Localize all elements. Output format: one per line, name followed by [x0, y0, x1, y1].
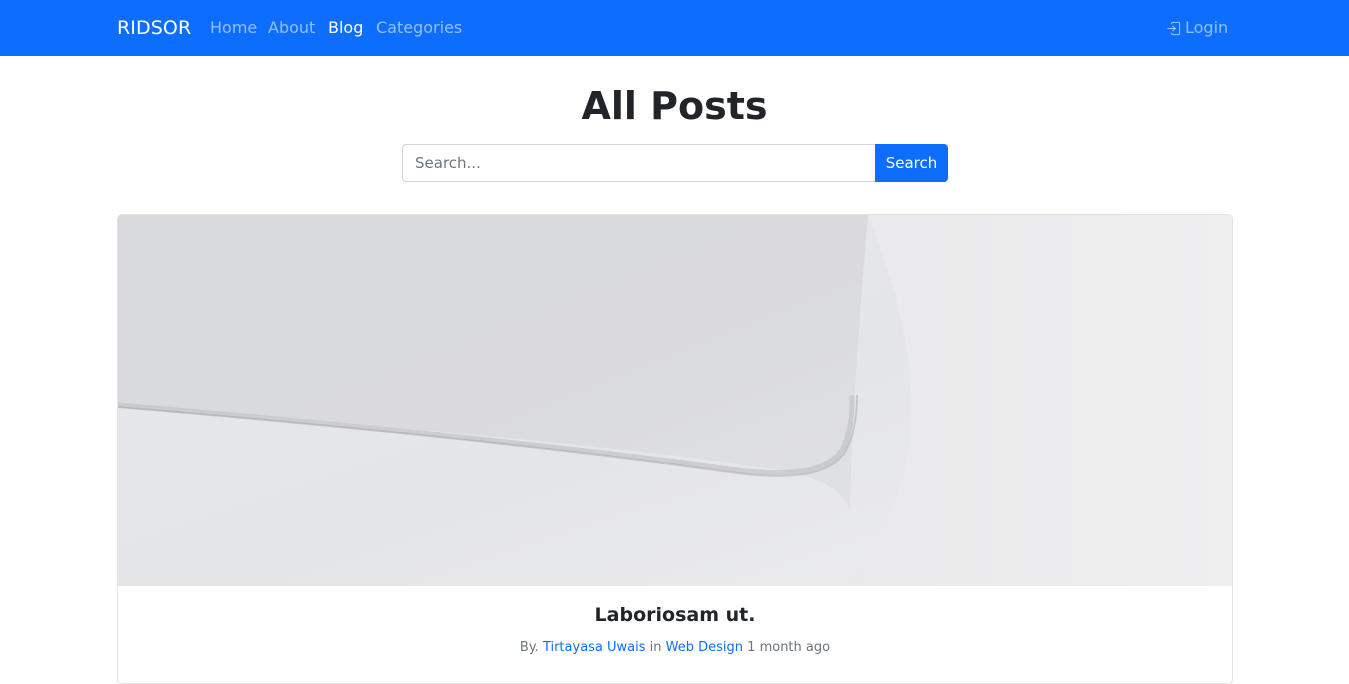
search-form: Search [402, 144, 948, 182]
post-card: Laboriosam ut. By. Tirtayasa Uwais in We… [117, 214, 1233, 684]
brand-logo-link[interactable]: RIDSOR [117, 16, 191, 40]
post-title[interactable]: Laboriosam ut. [118, 603, 1232, 627]
nav-link-categories[interactable]: Categories [376, 18, 462, 38]
nav-link-blog[interactable]: Blog [328, 18, 363, 38]
post-meta: By. Tirtayasa Uwais in Web Design 1 mont… [118, 639, 1232, 657]
post-cover-image[interactable] [118, 215, 1232, 586]
page-title: All Posts [581, 84, 768, 128]
nav-link-about[interactable]: About [268, 18, 315, 38]
navbar: RIDSOR Home About Blog Categories Login [0, 0, 1349, 56]
post-category-link[interactable]: Web Design [666, 640, 743, 655]
post-card-body: Laboriosam ut. By. Tirtayasa Uwais in We… [118, 586, 1232, 683]
post-meta-in: in [649, 640, 662, 655]
login-link[interactable]: Login [1166, 18, 1228, 38]
search-button[interactable]: Search [875, 144, 948, 182]
login-label: Login [1185, 18, 1229, 37]
post-author-link[interactable]: Tirtayasa Uwais [543, 640, 646, 655]
box-arrow-in-right-icon [1166, 21, 1181, 36]
search-input[interactable] [402, 144, 875, 182]
nav-link-home[interactable]: Home [210, 18, 257, 38]
post-meta-by: By. [519, 640, 539, 655]
post-time-ago: 1 month ago [747, 640, 831, 655]
